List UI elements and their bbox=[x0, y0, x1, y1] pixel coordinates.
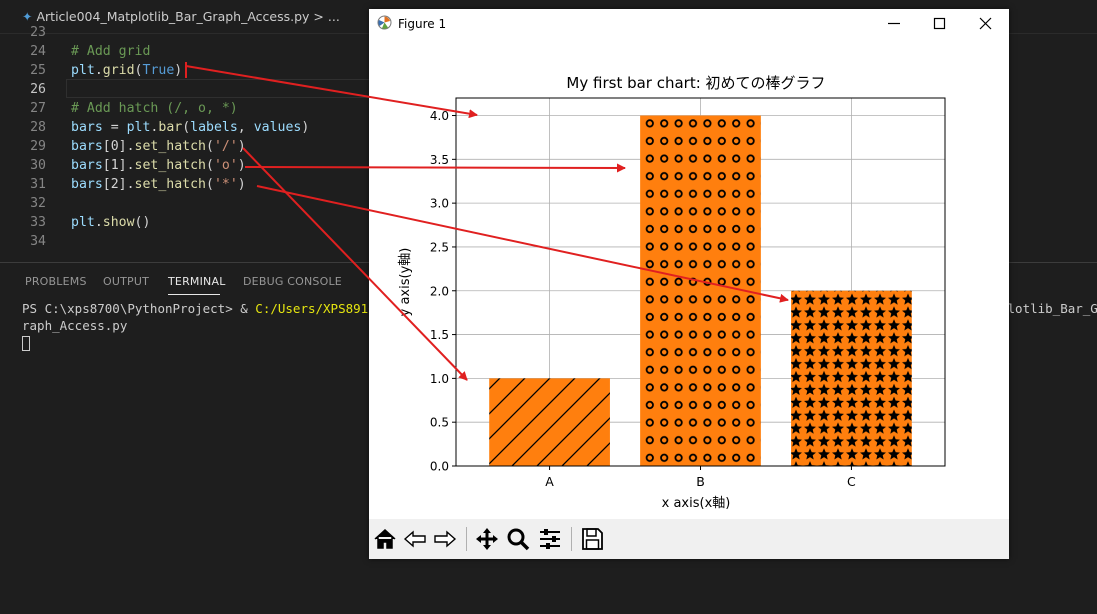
y-tick-label: 3.5 bbox=[430, 153, 449, 167]
y-tick-label: 3.0 bbox=[430, 197, 449, 211]
bar-B bbox=[640, 115, 761, 467]
y-tick-label: 2.0 bbox=[430, 284, 449, 298]
terminal-line-1-tail: plotlib_Bar_G bbox=[1000, 301, 1097, 316]
y-tick-label: 2.5 bbox=[430, 240, 449, 254]
code-line[interactable]: 24 # Add grid bbox=[0, 42, 370, 61]
line-number: 31 bbox=[30, 177, 46, 192]
x-tick-label: C bbox=[847, 474, 856, 489]
y-axis-label: y axis(y軸) bbox=[398, 248, 413, 317]
tab-problems[interactable]: PROBLEMS bbox=[25, 275, 87, 288]
tab-terminal[interactable]: TERMINAL bbox=[168, 275, 226, 288]
code-text: bars[0].set_hatch('/') bbox=[71, 139, 246, 154]
y-tick-label: 1.5 bbox=[430, 328, 449, 342]
y-tick-label: 0.0 bbox=[430, 460, 449, 474]
line-number: 28 bbox=[30, 120, 46, 135]
configure-icon[interactable] bbox=[535, 524, 565, 554]
code-line[interactable]: 28 bars = plt.bar(labels, values) bbox=[0, 118, 370, 137]
active-tab-underline bbox=[168, 294, 220, 295]
code-line[interactable]: 30 bars[1].set_hatch('o') bbox=[0, 156, 370, 175]
code-line[interactable]: 29 bars[0].set_hatch('/') bbox=[0, 137, 370, 156]
code-line[interactable]: 27 # Add hatch (/, o, *) bbox=[0, 99, 370, 118]
terminal-cursor bbox=[22, 336, 30, 351]
x-tick-label: A bbox=[545, 474, 554, 489]
line-number: 23 bbox=[30, 25, 46, 40]
toolbar-separator bbox=[466, 527, 467, 551]
tab-output[interactable]: OUTPUT bbox=[103, 275, 149, 288]
code-text: bars[2].set_hatch('*') bbox=[71, 177, 246, 192]
code-line[interactable]: 25 plt.grid(True) bbox=[0, 61, 370, 80]
line-number: 29 bbox=[30, 139, 46, 154]
code-text: bars = plt.bar(labels, values) bbox=[71, 120, 310, 135]
tab-debug-console[interactable]: DEBUG CONSOLE bbox=[243, 275, 342, 288]
breadcrumb-rest[interactable]: > ... bbox=[309, 9, 339, 24]
code-text: plt.grid(True) bbox=[71, 63, 183, 78]
back-icon[interactable] bbox=[400, 524, 430, 554]
terminal-prompt: PS C:\xps8700\PythonProject> & bbox=[22, 301, 256, 316]
terminal-line-1[interactable]: PS C:\xps8700\PythonProject> & C:/Users/… bbox=[22, 301, 398, 316]
save-icon[interactable] bbox=[577, 524, 607, 554]
code-line[interactable]: 26 bbox=[0, 80, 370, 99]
y-tick-label: 0.5 bbox=[430, 416, 449, 430]
python-file-icon: ✦ bbox=[22, 9, 33, 24]
toolbar-separator bbox=[571, 527, 572, 551]
y-tick-label: 4.0 bbox=[430, 109, 449, 123]
line-number: 32 bbox=[30, 196, 46, 211]
bar-C bbox=[791, 290, 912, 466]
terminal-line-2: raph_Access.py bbox=[22, 318, 128, 333]
code-line[interactable]: 32 bbox=[0, 194, 370, 213]
zoom-icon[interactable] bbox=[503, 524, 533, 554]
line-number: 33 bbox=[30, 215, 46, 230]
code-line[interactable]: 23 bbox=[0, 23, 370, 42]
line-number: 30 bbox=[30, 158, 46, 173]
y-tick-label: 1.0 bbox=[430, 372, 449, 386]
bar-A bbox=[489, 378, 610, 466]
home-icon[interactable] bbox=[370, 524, 400, 554]
figure-window[interactable]: Figure 1 My first bar chart: 初めての棒グラフ 0.… bbox=[369, 9, 1009, 559]
code-line[interactable]: 34 bbox=[0, 232, 370, 251]
bar-chart[interactable]: My first bar chart: 初めての棒グラフ 0.0 0.5 1.0 1.… bbox=[369, 9, 1009, 519]
code-text: # Add grid bbox=[71, 44, 151, 59]
pan-icon[interactable] bbox=[472, 524, 502, 554]
line-number: 26 bbox=[30, 82, 46, 97]
breadcrumb-file[interactable]: Article004_Matplotlib_Bar_Graph_Access.p… bbox=[36, 9, 309, 24]
x-axis-label: x axis(x軸) bbox=[662, 496, 731, 511]
code-line[interactable]: 31 bars[2].set_hatch('*') bbox=[0, 175, 370, 194]
code-text: bars[1].set_hatch('o') bbox=[71, 158, 246, 173]
breadcrumb[interactable]: ✦ Article004_Matplotlib_Bar_Graph_Access.… bbox=[22, 9, 340, 24]
line-number: 25 bbox=[30, 63, 46, 78]
figure-toolbar bbox=[369, 519, 1009, 559]
forward-icon[interactable] bbox=[430, 524, 460, 554]
chart-title: My first bar chart: 初めての棒グラフ bbox=[566, 74, 825, 92]
code-line[interactable]: 33 plt.show() bbox=[0, 213, 370, 232]
x-tick-label: B bbox=[696, 474, 705, 489]
line-number: 24 bbox=[30, 44, 46, 59]
line-number: 34 bbox=[30, 234, 46, 249]
line-number: 27 bbox=[30, 101, 46, 116]
code-text: # Add hatch (/, o, *) bbox=[71, 101, 238, 116]
code-text: plt.show() bbox=[71, 215, 151, 230]
